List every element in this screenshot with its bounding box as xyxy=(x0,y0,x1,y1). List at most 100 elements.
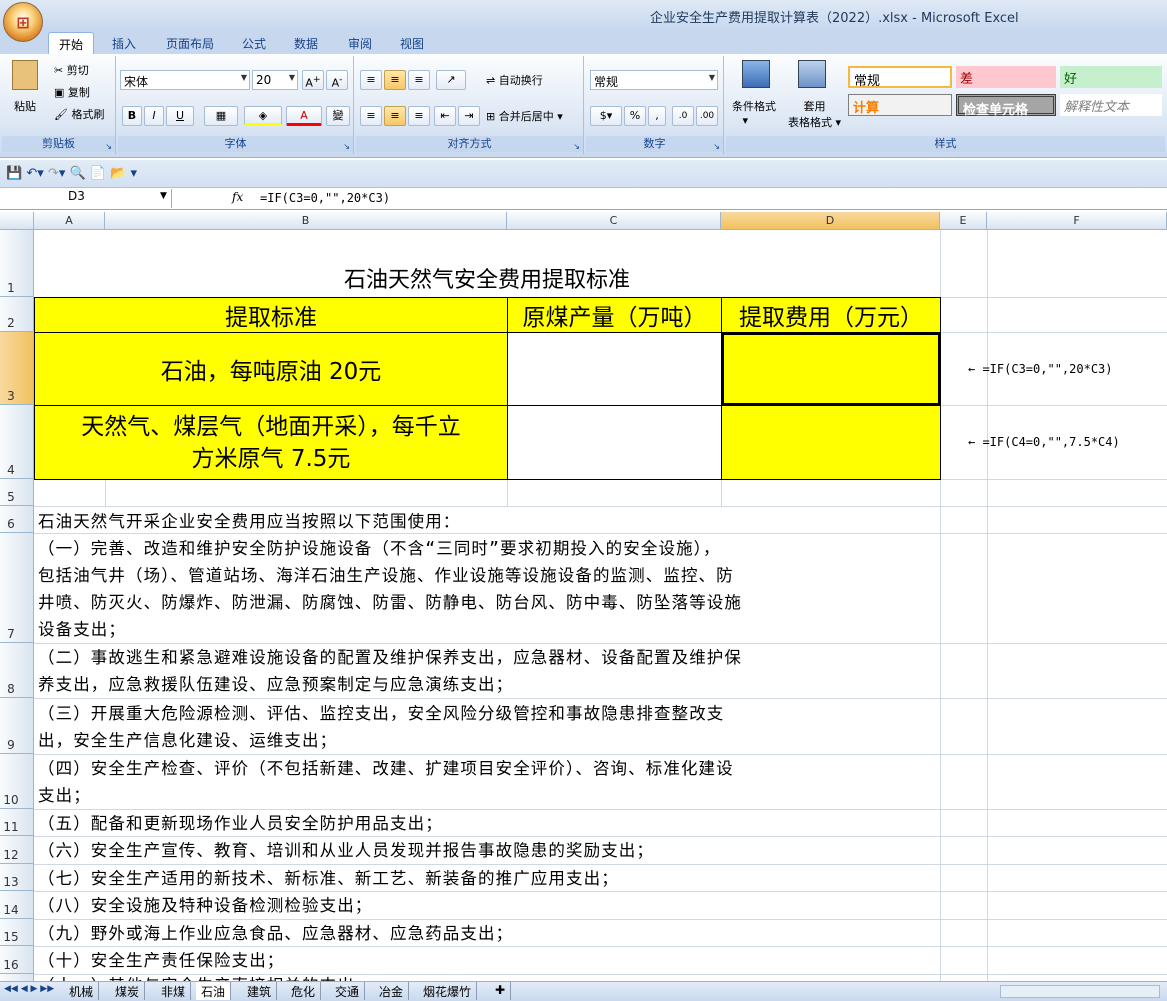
dialog-launcher-icon[interactable]: ↘ xyxy=(713,142,720,151)
row-header[interactable]: 10 xyxy=(0,754,34,809)
borders-button[interactable]: ▦ xyxy=(204,106,238,126)
sheet-tab[interactable]: 冶金 xyxy=(374,982,410,1000)
text-row-12[interactable]: （六）安全生产宣传、教育、培训和从业人员发现并报告事故隐患的奖励支出； xyxy=(38,837,654,864)
row-header[interactable]: 2 xyxy=(0,297,34,332)
column-header[interactable]: C xyxy=(507,212,721,230)
row-header[interactable]: 1 xyxy=(0,230,34,297)
number-format-select[interactable]: 常规 ▼ xyxy=(590,70,718,90)
text-row-9-line-2[interactable]: 出，安全生产信息化建设、运维支出； xyxy=(38,727,337,754)
text-row-7-line-3[interactable]: 井喷、防灭火、防爆炸、防泄漏、防腐蚀、防雷、防静电、防台风、防中毒、防坠落等设施 xyxy=(38,589,742,616)
gas-standard-cell[interactable]: 天然气、煤层气（地面开采），每千立 方米原气 7.5元 xyxy=(34,405,508,480)
font-color-button[interactable]: A xyxy=(286,106,322,126)
text-row-14[interactable]: （八）安全设施及特种设备检测检验支出； xyxy=(38,892,372,919)
column-header[interactable]: E xyxy=(940,212,987,230)
oil-output-input-cell[interactable] xyxy=(507,332,722,406)
text-row-13[interactable]: （七）安全生产适用的新技术、新标准、新工艺、新装备的推广应用支出； xyxy=(38,865,619,892)
fill-color-button[interactable]: ◈ xyxy=(244,106,282,126)
row-header[interactable]: 14 xyxy=(0,891,34,919)
merge-center-button[interactable]: ⊞ 合并后居中 ▾ xyxy=(486,108,563,124)
sheet-tab[interactable]: 机械 xyxy=(64,982,100,1000)
currency-button[interactable]: $▾ xyxy=(590,106,622,126)
row-header[interactable]: 13 xyxy=(0,864,34,891)
header-cell-fee[interactable]: 提取费用（万元） xyxy=(721,297,941,333)
sheet-tab[interactable]: 非煤 xyxy=(156,982,192,1000)
text-row-7-line-2[interactable]: 包括油气井（场）、管道站场、海洋石油生产设施、作业设施等设施设备的监测、监控、防 xyxy=(38,562,734,589)
row-header[interactable]: 7 xyxy=(0,533,34,643)
tab-data[interactable]: 数据 xyxy=(284,32,328,54)
align-right-button[interactable]: ≡ xyxy=(408,106,430,126)
sheet-tab[interactable]: 建筑 xyxy=(242,982,278,1000)
row-header[interactable]: 4 xyxy=(0,405,34,479)
new-sheet-icon[interactable]: ✚ xyxy=(490,982,512,1000)
style-check-cell[interactable]: 检查单元格 xyxy=(956,94,1056,118)
row-header[interactable]: 8 xyxy=(0,643,34,698)
text-row-9-line-1[interactable]: （三）开展重大危险源检测、评估、监控支出，安全风险分级管控和事故隐患排查整改支 xyxy=(38,700,724,727)
align-top-button[interactable]: ≡ xyxy=(360,70,382,90)
undo-icon[interactable]: ↶ xyxy=(26,166,37,181)
text-row-8-line-1[interactable]: （二）事故逃生和紧急避难设施设备的配置及维护保养支出，应急器材、设备配置及维护保 xyxy=(38,644,742,671)
tab-view[interactable]: 视图 xyxy=(390,32,434,54)
insert-function-button[interactable]: fx xyxy=(232,190,243,204)
name-box[interactable]: D3 xyxy=(0,189,172,208)
style-explanatory[interactable]: 解释性文本 xyxy=(1060,94,1162,116)
text-row-8-line-2[interactable]: 养支出，应急救援队伍建设、应急预案制定与应急演练支出； xyxy=(38,671,513,698)
format-painter-button[interactable]: 🖌 格式刷 xyxy=(54,106,104,122)
formula-note-row4[interactable]: ← =IF(C4=0,"",7.5*C4) xyxy=(968,435,1120,449)
horizontal-scrollbar[interactable] xyxy=(1000,985,1160,998)
format-as-table-button[interactable]: 套用 表格格式 ▾ xyxy=(788,98,841,130)
grow-font-button[interactable]: A+ xyxy=(302,70,324,90)
align-middle-button[interactable]: ≡ xyxy=(384,70,406,90)
formula-input[interactable]: =IF(C3=0,"",20*C3) xyxy=(260,191,390,205)
dialog-launcher-icon[interactable]: ↘ xyxy=(105,142,112,151)
font-size-select[interactable]: 20 ▼ xyxy=(252,70,298,90)
style-normal[interactable]: 常规 xyxy=(848,66,952,89)
copy-button[interactable]: ▣ 复制 xyxy=(54,84,90,100)
print-preview-icon[interactable]: 🔍 xyxy=(69,166,85,181)
tab-insert[interactable]: 插入 xyxy=(102,32,146,54)
oil-standard-cell[interactable]: 石油，每吨原油 20元 xyxy=(34,332,508,406)
phonetic-button[interactable]: 變 xyxy=(326,106,350,126)
sheet-tab[interactable]: 煤炭 xyxy=(110,982,146,1000)
bold-button[interactable]: B xyxy=(122,106,142,126)
tab-page-layout[interactable]: 页面布局 xyxy=(156,32,224,54)
style-bad[interactable]: 差 xyxy=(956,66,1056,88)
align-center-button[interactable]: ≡ xyxy=(384,106,406,126)
header-cell-standard[interactable]: 提取标准 xyxy=(34,297,508,333)
text-row-10-line-2[interactable]: 支出； xyxy=(38,782,91,809)
tab-review[interactable]: 审阅 xyxy=(338,32,382,54)
increase-decimal-button[interactable]: .0 xyxy=(672,106,694,126)
sheet-tab[interactable]: 烟花爆竹 xyxy=(418,982,478,1000)
tab-home[interactable]: 开始 xyxy=(48,32,95,54)
customize-icon[interactable]: ▾ xyxy=(130,166,137,181)
dialog-launcher-icon[interactable]: ↘ xyxy=(343,142,350,151)
style-good[interactable]: 好 xyxy=(1060,66,1162,88)
open-icon[interactable]: 📂 xyxy=(110,166,126,181)
row-header[interactable]: 6 xyxy=(0,506,34,533)
oil-fee-cell-selected[interactable] xyxy=(721,332,941,406)
text-row-6[interactable]: 石油天然气开采企业安全费用应当按照以下范围使用： xyxy=(38,508,460,535)
conditional-format-button[interactable]: 条件格式 ▾ xyxy=(732,98,776,127)
row-header[interactable]: 12 xyxy=(0,836,34,864)
increase-indent-button[interactable]: ⇥ xyxy=(458,106,480,126)
sheet-tab-active[interactable]: 石油 xyxy=(196,982,232,1000)
new-icon[interactable]: 📄 xyxy=(90,166,106,181)
text-row-11[interactable]: （五）配备和更新现场作业人员安全防护用品支出； xyxy=(38,810,443,837)
sheet-tab[interactable]: 交通 xyxy=(330,982,366,1000)
sheet-nav-icons[interactable]: ◀◀ ◀ ▶ ▶▶ xyxy=(4,984,54,994)
sheet-title-cell[interactable]: 石油天然气安全费用提取标准 xyxy=(34,230,940,297)
align-bottom-button[interactable]: ≡ xyxy=(408,70,430,90)
font-name-select[interactable]: 宋体 ▼ xyxy=(120,70,250,90)
text-row-7-line-1[interactable]: （一）完善、改造和维护安全防护设施设备（不含“三同时”要求初期投入的安全设施）， xyxy=(38,535,721,562)
shrink-font-button[interactable]: A- xyxy=(326,70,348,90)
decrease-decimal-button[interactable]: .00 xyxy=(696,106,718,126)
row-header[interactable]: 11 xyxy=(0,809,34,836)
gas-output-input-cell[interactable] xyxy=(507,405,722,480)
text-row-7-line-4[interactable]: 设备支出； xyxy=(38,616,126,643)
column-header[interactable]: D xyxy=(721,212,940,230)
select-all-corner[interactable] xyxy=(0,212,34,230)
cut-button[interactable]: ✂ 剪切 xyxy=(54,62,89,78)
column-header[interactable]: B xyxy=(105,212,507,230)
gas-fee-cell[interactable] xyxy=(721,405,941,480)
office-button[interactable]: ⊞ xyxy=(3,2,43,42)
decrease-indent-button[interactable]: ⇤ xyxy=(434,106,456,126)
